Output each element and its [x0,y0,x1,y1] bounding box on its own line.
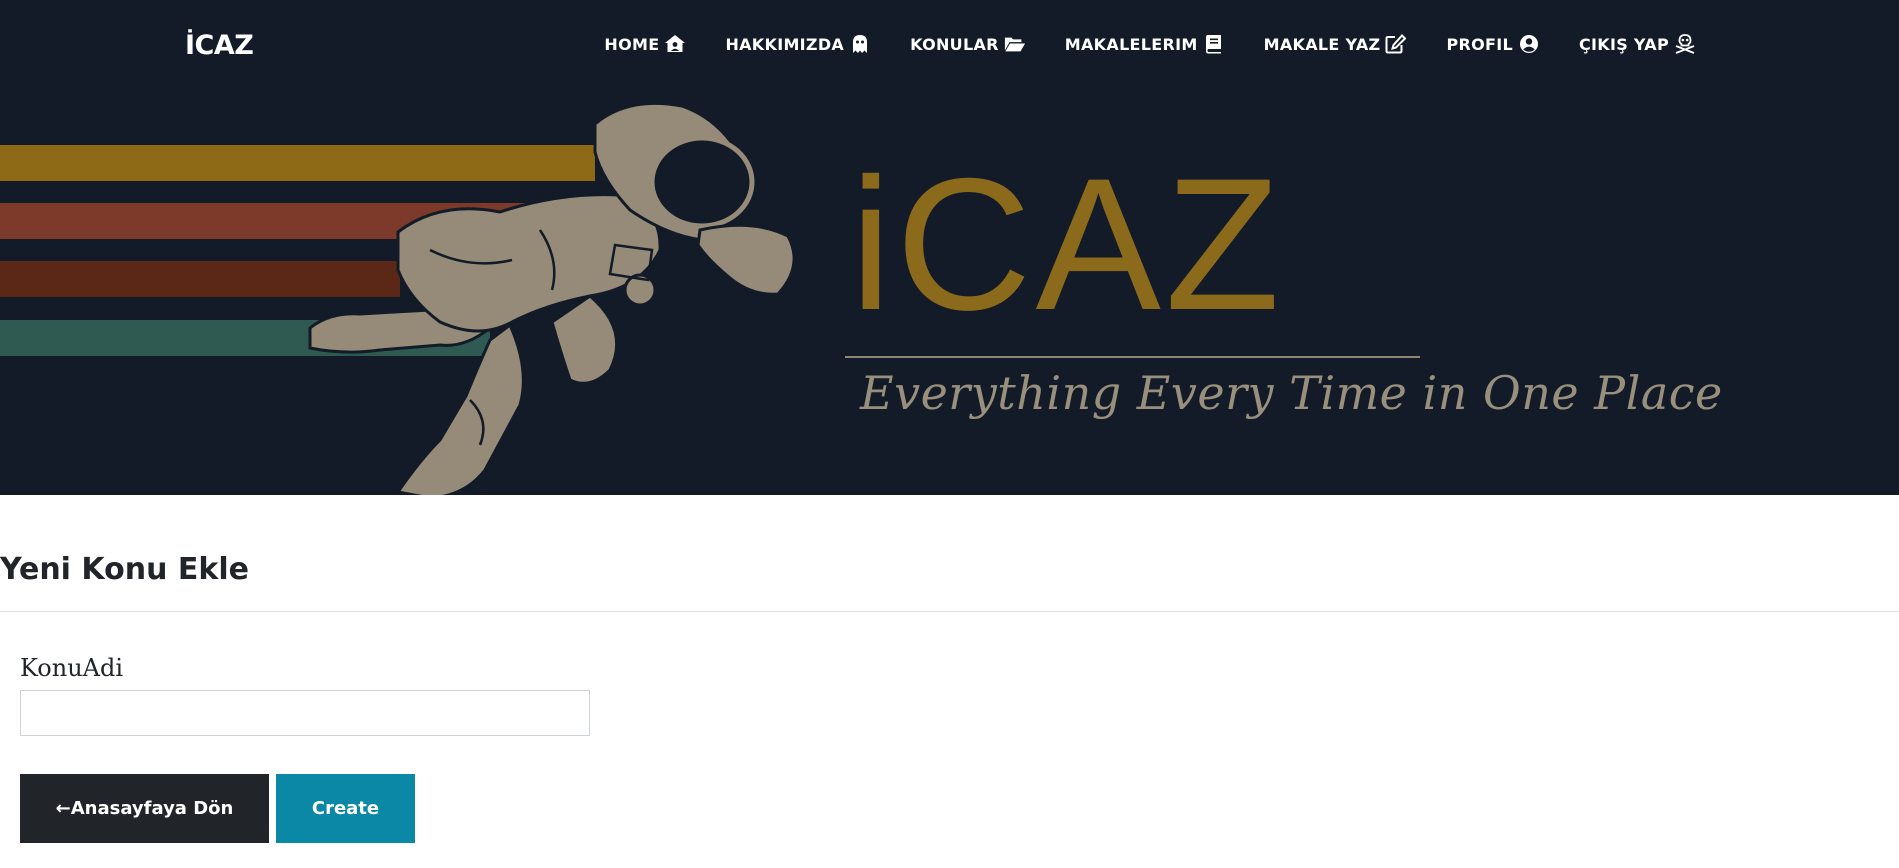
skull-crossbones-icon [1674,34,1696,54]
banner-divider [845,356,1420,358]
book-icon [1203,34,1225,54]
nav-home[interactable]: HOME [604,34,686,54]
nav-hakkimizda-label: HAKKIMIZDA [725,34,845,54]
title-divider [0,611,1899,612]
konuadi-label: KonuAdi [20,654,124,682]
astronaut-illustration [308,101,796,495]
back-to-home-button[interactable]: ←Anasayfaya Dön [20,774,269,843]
nav-konular-label: KONULAR [910,34,999,54]
banner: İCAZ HOME HAKKIMIZDA KONULAR MAKALELERIM [0,0,1899,495]
nav-cikis-yap[interactable]: ÇIKIŞ YAP [1579,34,1696,54]
nav-profil-label: PROFIL [1446,34,1513,54]
page-title: Yeni Konu Ekle [0,552,249,587]
nav-makalelerim[interactable]: MAKALELERIM [1065,34,1225,54]
banner-tagline: Everything Every Time in One Place [860,366,1723,420]
nav-cikis-yap-label: ÇIKIŞ YAP [1578,34,1669,54]
main-nav: HOME HAKKIMIZDA KONULAR MAKALELERIM MAKA… [565,34,1696,54]
brand-logo[interactable]: İCAZ [185,30,254,61]
house-user-icon [664,34,686,54]
edit-icon [1385,34,1407,54]
nav-profil[interactable]: PROFIL [1446,34,1540,54]
ghost-icon [849,34,871,54]
nav-home-label: HOME [604,34,660,54]
user-circle-icon [1518,34,1540,54]
folder-open-icon [1004,34,1026,54]
nav-konular[interactable]: KONULAR [910,34,1026,54]
nav-makale-yaz[interactable]: MAKALE YAZ [1264,34,1408,54]
banner-logo-text: iCAZ [850,139,1284,349]
konuadi-input[interactable] [20,690,590,736]
nav-hakkimizda[interactable]: HAKKIMIZDA [725,34,871,54]
nav-makale-yaz-label: MAKALE YAZ [1263,34,1381,54]
nav-makalelerim-label: MAKALELERIM [1064,34,1198,54]
create-button[interactable]: Create [276,774,415,843]
